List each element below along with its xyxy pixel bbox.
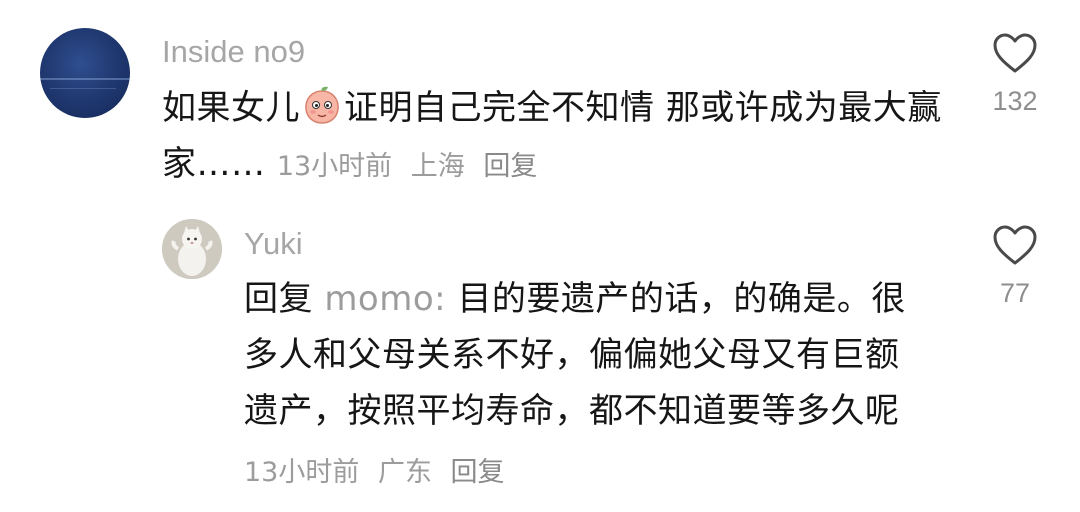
reply-prefix: 回复 [244, 279, 313, 319]
reply-username[interactable]: Yuki [244, 226, 303, 262]
comment-time: 13小时前 [276, 151, 393, 182]
reply-meta: 13小时前 广东 回复 [244, 450, 515, 489]
avatar[interactable] [162, 219, 222, 279]
like-button[interactable]: 77 [975, 224, 1055, 309]
reply-location: 广东 [377, 457, 432, 488]
avatar[interactable] [40, 28, 130, 118]
comment-meta: 13小时前 上海 回复 [277, 151, 548, 182]
avatar-decoration [40, 78, 130, 80]
like-count: 132 [992, 86, 1038, 116]
comment-location: 上海 [410, 151, 465, 182]
like-count: 77 [999, 278, 1031, 308]
comment-body: 如果女儿 证明自己完全不知情 那或许成为最大赢家…… 13小时前 上海 回复 [162, 80, 942, 195]
cat-avatar-icon [162, 219, 222, 279]
reply-body: 回复 momo: 目的要遗产的话，的确是。很多人和父母关系不好，偏偏她父母又有巨… [244, 271, 924, 439]
peach-face-emoji-icon [302, 85, 342, 125]
heart-outline-icon [993, 33, 1037, 73]
heart-outline-icon [993, 225, 1037, 265]
comment-text-part-1: 如果女儿 [162, 88, 300, 128]
like-button[interactable]: 132 [975, 32, 1055, 117]
avatar-decoration [50, 88, 116, 89]
reply-button[interactable]: 回复 [483, 151, 537, 182]
comment-username[interactable]: Inside no9 [162, 34, 305, 70]
reply-time: 13小时前 [244, 457, 360, 488]
mention-link[interactable]: momo: [324, 279, 446, 319]
reply-button[interactable]: 回复 [451, 457, 505, 488]
